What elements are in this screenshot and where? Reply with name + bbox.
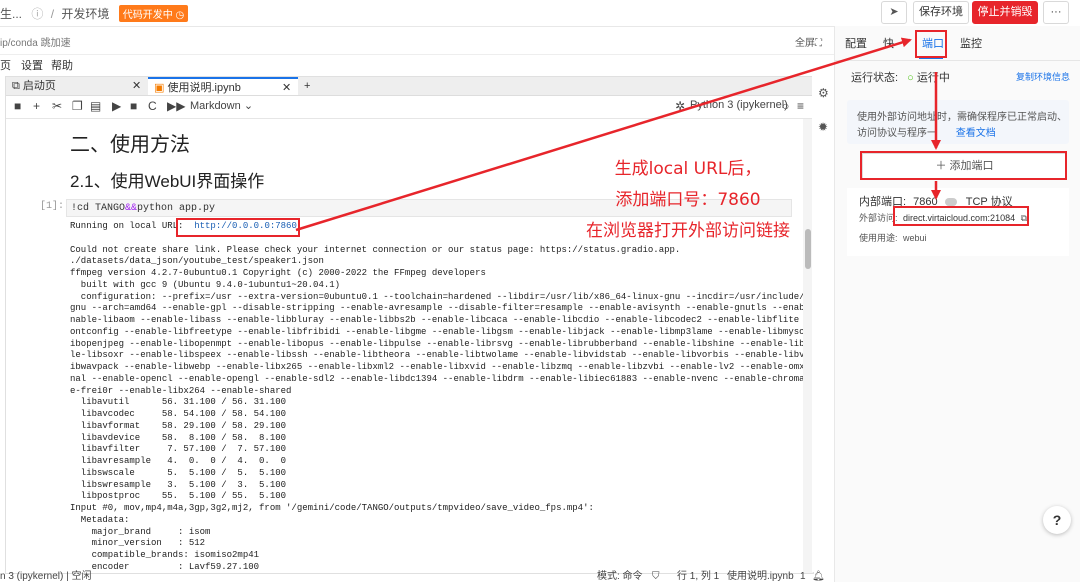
external-access-highlight xyxy=(893,206,1029,226)
right-panel: 配置 快 端口 监控 运行状态: ○ 运行中 复制环境信息 使用外部访问地址时，… xyxy=(834,26,1080,582)
right-side-toolbar: ⚙ ✹ xyxy=(812,76,834,572)
heading-webui: 2.1、使用WebUI界面操作 xyxy=(70,172,265,191)
bug-icon[interactable]: ✲ xyxy=(675,99,685,113)
property-inspector-icon[interactable]: ⚙ xyxy=(818,86,829,100)
add-cell-icon[interactable]: + xyxy=(33,99,40,113)
tab-monitor[interactable]: 监控 xyxy=(960,35,982,51)
help-button[interactable]: ? xyxy=(1043,506,1071,534)
stop-and-destroy-button[interactable]: 停止并销毁 xyxy=(972,1,1038,24)
run-status-value: 运行中 xyxy=(916,72,950,84)
annotation-line-1: 生成local URL后， xyxy=(614,159,762,179)
run-status-row: 运行状态: ○ 运行中 xyxy=(851,69,950,85)
breadcrumb-title: 开发环境 xyxy=(61,7,110,21)
paste-icon[interactable]: ▤ xyxy=(90,99,101,113)
restart-icon[interactable]: C xyxy=(148,99,157,113)
status-bar: n 3 (ipykernel) | 空闲 模式: 命令 ⛉ 行 1, 列 1 使… xyxy=(0,572,834,582)
kernel-status-icon: ○ xyxy=(782,99,790,113)
send-button[interactable]: ➤ xyxy=(881,1,907,24)
right-panel-tabs: 配置 快 端口 监控 xyxy=(835,26,1080,61)
usage-value: webui xyxy=(903,233,927,243)
kernel-status: n 3 (ipykernel) | 空闲 xyxy=(0,571,92,582)
annotation-line-2: 添加端口号：7860 xyxy=(615,190,761,210)
run-all-icon[interactable]: ▶▶ xyxy=(167,99,185,113)
run-icon[interactable]: ▶ xyxy=(112,99,121,113)
debugger-icon[interactable]: ✹ xyxy=(818,120,828,134)
notification-count: 1 xyxy=(800,571,806,582)
kernel-name[interactable]: Python 3 (ipykernel) xyxy=(690,99,788,111)
close-icon[interactable]: ✕ xyxy=(132,77,141,95)
run-status-label: 运行状态: xyxy=(851,72,899,84)
hamburger-menu-icon[interactable]: ≡ xyxy=(797,99,804,113)
view-docs-link[interactable]: 查看文档 xyxy=(956,128,996,139)
usage-row: 使用用途: webui xyxy=(859,231,927,244)
copy-icon[interactable]: ❐ xyxy=(72,99,83,113)
output-log: Could not create share link. Please chec… xyxy=(70,244,803,572)
fullscreen-button[interactable]: 全屏⛶ xyxy=(795,34,822,49)
code-operator: && xyxy=(125,203,138,214)
usage-label: 使用用途: xyxy=(859,233,898,243)
notice-line-2: 访问协议与程序一 查看文档 xyxy=(857,124,996,139)
environment-subbar: ip/conda 跳加速 全屏⛶ xyxy=(0,26,834,55)
notice-line-2-text: 访问协议与程序一 xyxy=(857,128,937,139)
stop-icon[interactable]: ■ xyxy=(130,99,137,113)
tab-launcher-label: 启动页 xyxy=(22,80,56,92)
status-badge: 代码开发中 ◷ xyxy=(118,5,189,22)
mode-status: 模式: 命令 xyxy=(597,571,643,582)
annotation-line-3: 在浏览器打开外部访问链接 xyxy=(586,221,790,241)
tab-notebook[interactable]: ▣ 使用说明.ipynb ✕ xyxy=(148,77,298,95)
top-bar: 生... ⓘ / 开发环境 代码开发中 ◷ ➤ 保存环境 停止并销毁 ··· xyxy=(0,0,1080,27)
notice-line-1: 使用外部访问地址时，需确保程序已正常启动、 xyxy=(857,112,1067,123)
code-part: python app.py xyxy=(137,203,216,214)
chevron-down-icon: ⌄ xyxy=(243,100,254,112)
notebook-toolbar: ■ + ✂ ❐ ▤ ▶ ■ C ▶▶ Markdown ⌄ ✲ Python 3… xyxy=(6,96,813,119)
current-file: 使用说明.ipynb xyxy=(727,571,794,582)
breadcrumb-separator: / xyxy=(50,7,55,21)
launcher-icon: ⧉ xyxy=(12,80,20,92)
port-tab-highlight xyxy=(915,30,947,58)
tab-shortcut[interactable]: 快 xyxy=(883,35,894,51)
cut-icon[interactable]: ✂ xyxy=(52,99,62,113)
paper-plane-icon: ➤ xyxy=(889,6,899,18)
notebook-file-icon: ▣ xyxy=(154,82,165,94)
save-icon[interactable]: ■ xyxy=(14,99,21,113)
tab-config[interactable]: 配置 xyxy=(845,35,867,51)
more-button[interactable]: ··· xyxy=(1043,1,1069,24)
environment-path: ip/conda 跳加速 xyxy=(0,38,71,49)
jupyter-menu-bar: 页 设置 帮助 xyxy=(0,54,834,72)
bell-icon[interactable]: 🔔︎ xyxy=(812,572,825,582)
notice-card: 使用外部访问地址时，需确保程序已正常启动、 访问协议与程序一 查看文档 xyxy=(847,100,1069,144)
notebook-panel: ⧉ 启动页 ✕ ▣ 使用说明.ipynb ✕ + ■ + ✂ ❐ ▤ ▶ ■ C… xyxy=(5,76,814,574)
breadcrumb-prefix[interactable]: 生... xyxy=(0,7,22,21)
running-dot-icon: ○ xyxy=(907,72,914,84)
tab-notebook-label: 使用说明.ipynb xyxy=(167,82,241,94)
new-tab-button[interactable]: + xyxy=(300,77,318,95)
add-port-highlight xyxy=(860,151,1067,180)
save-environment-button[interactable]: 保存环境 xyxy=(913,1,969,24)
menu-item-help[interactable]: 帮助 xyxy=(51,57,73,73)
breadcrumb: 生... ⓘ / 开发环境 代码开发中 ◷ xyxy=(0,5,189,22)
notebook-tabs: ⧉ 启动页 ✕ ▣ 使用说明.ipynb ✕ + xyxy=(6,77,813,96)
cell-type-select[interactable]: Markdown ⌄ xyxy=(190,99,253,112)
cell-prompt: [1]: xyxy=(40,201,65,212)
copy-environment-info-link[interactable]: 复制环境信息 xyxy=(1016,70,1070,83)
code-part: !cd TANGO xyxy=(71,203,126,214)
cell-output: Running on local URL: http://0.0.0.0:786… xyxy=(70,221,803,573)
toggle-switch[interactable] xyxy=(944,198,957,207)
clock-icon: ◷ xyxy=(175,10,185,21)
close-icon[interactable]: ✕ xyxy=(282,79,291,97)
shield-icon: ⛉ xyxy=(652,571,660,582)
menu-item-settings[interactable]: 设置 xyxy=(21,57,43,73)
cursor-position: 行 1, 列 1 xyxy=(677,571,720,582)
info-icon: ⓘ xyxy=(31,7,44,21)
tab-launcher[interactable]: ⧉ 启动页 ✕ xyxy=(6,77,146,95)
heading-usage: 二、使用方法 xyxy=(70,134,190,156)
local-url-highlight xyxy=(176,218,300,237)
annotation-text: 生成local URL后， 添加端口号：7860 在浏览器打开外部访问链接 xyxy=(552,154,824,241)
external-access-label: 外部访问: xyxy=(859,213,898,223)
menu-item-page[interactable]: 页 xyxy=(0,57,11,73)
